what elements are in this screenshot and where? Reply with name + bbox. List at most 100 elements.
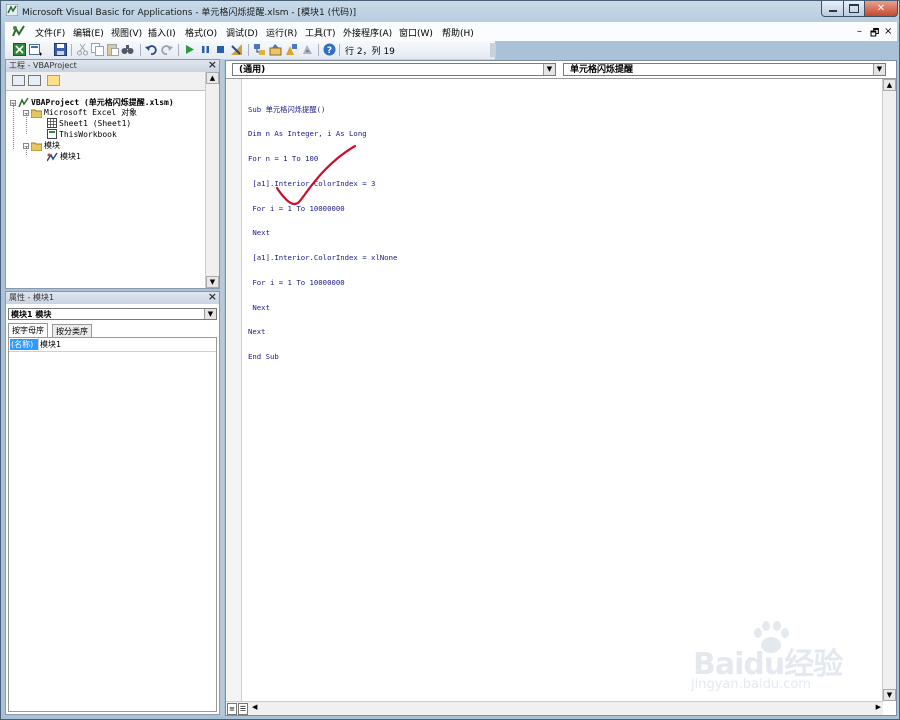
project-explorer-pane: 工程 - VBAProject × − VBAProject (单元格闪烁提醒.… xyxy=(5,59,220,289)
chevron-down-icon[interactable]: ▼ xyxy=(204,309,216,319)
properties-icon[interactable] xyxy=(269,43,282,56)
tree-label-thisworkbook: ThisWorkbook xyxy=(59,129,117,139)
tree-node-excel-objects[interactable]: − Microsoft Excel 对象 xyxy=(23,107,137,118)
properties-object-select[interactable]: 模块1 模块 ▼ xyxy=(8,308,217,320)
break-icon[interactable] xyxy=(199,43,212,56)
menu-format[interactable]: 格式(O) xyxy=(185,26,217,39)
code-line: Next xyxy=(248,327,266,337)
menu-help[interactable]: 帮助(H) xyxy=(442,26,474,39)
scroll-up-icon[interactable]: ▲ xyxy=(883,79,896,91)
menu-view[interactable]: 视图(V) xyxy=(111,26,142,39)
property-name-value[interactable]: 模块1 xyxy=(40,339,61,350)
copy-icon[interactable] xyxy=(91,43,104,56)
object-select[interactable]: (通用) ▼ xyxy=(232,63,556,76)
scroll-down-icon[interactable]: ▼ xyxy=(206,276,219,288)
insert-module-icon[interactable] xyxy=(29,43,42,56)
project-scrollbar[interactable]: ▲ ▼ xyxy=(205,72,219,288)
procedure-select-value: 单元格闪烁提醒 xyxy=(570,65,634,75)
menu-insert[interactable]: 插入(I) xyxy=(148,26,176,39)
menu-edit[interactable]: 编辑(E) xyxy=(73,26,104,39)
code-line: Dim n As Integer, i As Long xyxy=(248,129,367,139)
find-icon[interactable] xyxy=(121,43,134,56)
code-line: Next xyxy=(248,228,270,238)
undo-icon[interactable] xyxy=(145,43,158,56)
vba-app-icon xyxy=(6,4,18,16)
code-line: Sub 单元格闪烁提醒() xyxy=(248,104,326,114)
object-browser-icon[interactable] xyxy=(285,43,298,56)
mdi-minimize-button[interactable]: – xyxy=(857,26,862,37)
menu-file[interactable]: 文件(F) xyxy=(35,26,65,39)
tab-alphabetic[interactable]: 按字母序 xyxy=(8,323,48,338)
code-editor[interactable]: Sub 单元格闪烁提醒() Dim n As Integer, i As Lon… xyxy=(248,89,397,378)
menu-debug[interactable]: 调试(D) xyxy=(226,26,258,39)
tree-node-thisworkbook[interactable]: ThisWorkbook xyxy=(47,129,117,139)
cut-icon[interactable] xyxy=(76,43,89,56)
code-margin[interactable] xyxy=(227,79,242,701)
view-code-icon[interactable] xyxy=(12,75,25,86)
tree-label-module1: 模块1 xyxy=(60,152,81,161)
code-horizontal-scrollbar[interactable]: ≡ ☰ ◀ ▶ xyxy=(226,701,883,715)
help-icon[interactable]: ? xyxy=(323,43,336,56)
toolbar-options-button[interactable] xyxy=(490,43,496,57)
paste-icon[interactable] xyxy=(106,43,119,56)
tree-node-sheet1[interactable]: Sheet1 (Sheet1) xyxy=(47,118,131,128)
run-icon[interactable] xyxy=(183,43,196,56)
module-icon xyxy=(47,152,58,161)
mdi-close-button[interactable]: × xyxy=(884,26,892,37)
procedure-view-icon[interactable]: ≡ xyxy=(227,703,237,715)
pane-splitter[interactable] xyxy=(220,59,224,715)
toggle-folders-icon[interactable] xyxy=(47,75,60,86)
tree-label-sheet1: Sheet1 (Sheet1) xyxy=(59,118,132,128)
project-explorer-icon[interactable] xyxy=(253,43,266,56)
tree-node-modules[interactable]: − 模块 xyxy=(23,140,60,151)
mdi-restore-button[interactable]: 🗗 xyxy=(870,26,879,43)
window-title: Microsoft Visual Basic for Applications … xyxy=(22,8,357,18)
title-bar: Microsoft Visual Basic for Applications … xyxy=(1,1,899,20)
chevron-down-icon[interactable]: ▼ xyxy=(873,64,885,75)
minimize-button[interactable] xyxy=(821,1,844,17)
toolbox-icon[interactable] xyxy=(301,43,314,56)
scroll-up-icon[interactable]: ▲ xyxy=(206,72,219,84)
tree-node-module1[interactable]: 模块1 xyxy=(47,151,81,162)
menu-addins[interactable]: 外接程序(A) xyxy=(343,26,392,39)
project-tree: − VBAProject (单元格闪烁提醒.xlsm) − Microsoft … xyxy=(6,91,205,288)
properties-pane: 属性 - 模块1 × 模块1 模块 ▼ 按字母序 按分类序 (名称) 模块1 xyxy=(5,291,220,715)
close-button[interactable]: ✕ xyxy=(864,1,898,17)
object-select-value: (通用) xyxy=(239,65,266,75)
excel-icon[interactable] xyxy=(13,43,26,56)
procedure-select[interactable]: 单元格闪烁提醒 ▼ xyxy=(563,63,886,76)
design-mode-icon[interactable] xyxy=(230,43,243,56)
tree-label-modules: 模块 xyxy=(44,141,60,150)
properties-title: 属性 - 模块1 × xyxy=(6,291,219,304)
watermark-url: jingyan.baidu.com xyxy=(691,677,811,692)
redo-icon[interactable] xyxy=(160,43,173,56)
svg-text:?: ? xyxy=(327,46,332,56)
menu-window[interactable]: 窗口(W) xyxy=(399,26,433,39)
properties-object-value: 模块1 模块 xyxy=(11,310,52,319)
scroll-left-icon[interactable]: ◀ xyxy=(252,703,257,711)
close-icon: ✕ xyxy=(876,3,886,14)
folder-icon xyxy=(31,142,42,151)
tab-categorized[interactable]: 按分类序 xyxy=(52,324,92,338)
menu-run[interactable]: 运行(R) xyxy=(266,26,297,39)
properties-close-button[interactable]: × xyxy=(208,291,217,303)
property-name-key[interactable]: (名称) xyxy=(10,339,39,350)
project-explorer-close-button[interactable]: × xyxy=(208,59,217,71)
scroll-right-icon[interactable]: ▶ xyxy=(876,703,881,711)
scroll-down-icon[interactable]: ▼ xyxy=(883,689,896,701)
properties-title-text: 属性 - 模块1 xyxy=(9,293,55,302)
sheet-icon xyxy=(47,118,57,128)
checkmark-annotation-icon xyxy=(275,144,357,206)
chevron-down-icon[interactable]: ▼ xyxy=(543,64,555,75)
view-object-icon[interactable] xyxy=(28,75,41,86)
code-vertical-scrollbar[interactable]: ▲ ▼ xyxy=(882,79,896,701)
reset-icon[interactable] xyxy=(214,43,227,56)
vba-menu-icon[interactable] xyxy=(12,25,26,38)
code-line: Next xyxy=(248,302,270,312)
menu-tools[interactable]: 工具(T) xyxy=(305,26,336,39)
save-icon[interactable] xyxy=(54,43,67,56)
maximize-button[interactable] xyxy=(843,1,865,17)
code-line: For i = 1 To 10000000 xyxy=(248,277,345,287)
menu-bar: 文件(F) 编辑(E) 视图(V) 插入(I) 格式(O) 调试(D) 运行(R… xyxy=(5,22,897,41)
full-module-view-icon[interactable]: ☰ xyxy=(238,703,248,715)
